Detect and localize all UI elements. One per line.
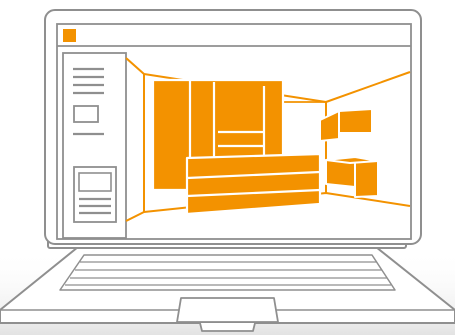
front-notch — [199, 322, 256, 332]
touchpad — [176, 297, 279, 323]
shelf-front — [338, 108, 373, 134]
bed-body — [185, 152, 322, 216]
orange-square-icon[interactable] — [63, 29, 76, 42]
sidebar — [62, 52, 127, 239]
laptop-illustration — [0, 9, 455, 335]
card-image — [78, 172, 112, 192]
bed — [185, 152, 322, 216]
sidebar-thumbnail[interactable] — [73, 105, 99, 123]
laptop-base — [0, 246, 455, 332]
card-icon[interactable] — [73, 166, 117, 223]
